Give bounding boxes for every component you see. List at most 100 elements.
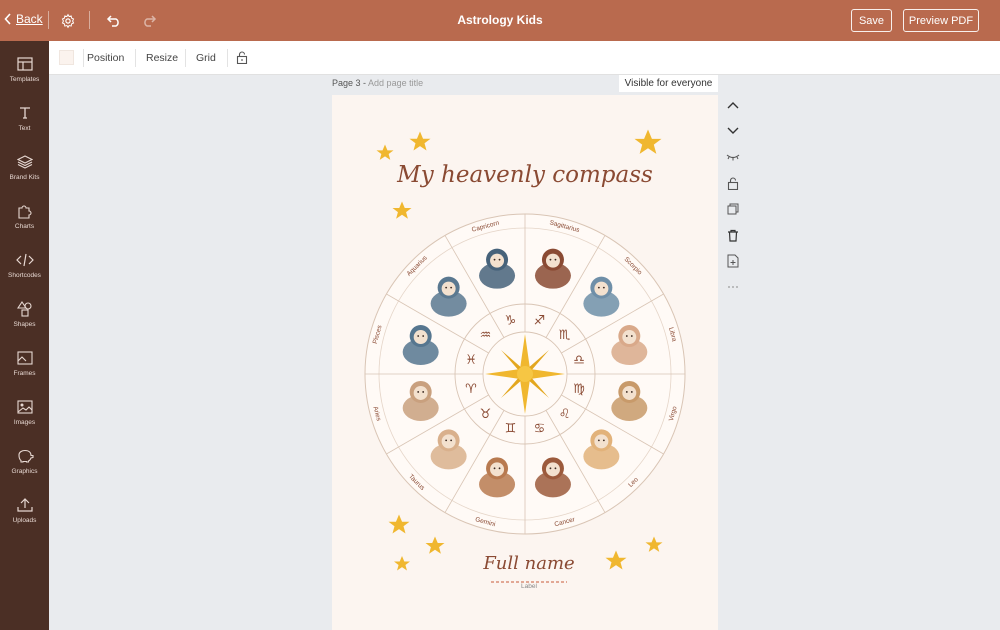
star-icon <box>376 144 394 160</box>
image-icon <box>15 397 35 417</box>
canvas-page[interactable]: My heavenly compass Capricorn Sagittarius… <box>332 95 718 630</box>
sidebar-item-label: Shortcodes <box>8 272 41 279</box>
top-bar: Back Astrology Kids Save Preview PDF <box>0 0 1000 41</box>
lock-page-button[interactable] <box>725 175 741 191</box>
templates-icon <box>15 54 35 74</box>
move-page-up-button[interactable] <box>725 97 741 113</box>
zodiac-glyph: ♊ <box>505 422 517 437</box>
zodiac-glyph: ♏ <box>559 328 571 343</box>
zodiac-glyph: ♓ <box>465 353 477 368</box>
sidebar-item-label: Brand Kits <box>9 174 40 181</box>
grid-button[interactable]: Grid <box>196 52 216 64</box>
move-page-down-button[interactable] <box>725 123 741 139</box>
page-title-input[interactable]: Add page title <box>368 78 423 88</box>
star-icon <box>425 536 445 554</box>
sidebar-item-label: Text <box>18 125 31 132</box>
eye-closed-icon <box>726 154 740 161</box>
full-name-text[interactable]: Full name <box>482 553 574 574</box>
sidebar-item-label: Frames <box>13 370 36 377</box>
color-swatch[interactable] <box>59 50 74 65</box>
zodiac-glyph: ♌ <box>559 407 571 422</box>
layers-icon <box>15 152 35 172</box>
divider <box>185 49 186 67</box>
duplicate-page-button[interactable] <box>725 201 741 217</box>
divider <box>89 11 90 29</box>
duplicate-icon <box>727 203 739 215</box>
text-icon <box>15 103 35 123</box>
position-button[interactable]: Position <box>87 52 124 64</box>
sidebar-item-text[interactable]: Text <box>0 103 49 147</box>
zodiac-glyph: ♋ <box>534 422 546 437</box>
visibility-selector[interactable]: Visible for everyone <box>619 75 718 92</box>
undo-icon <box>106 15 119 27</box>
element-toolbar: Position Resize Grid <box>49 41 1000 75</box>
save-button[interactable]: Save <box>851 9 892 32</box>
chevron-up-icon <box>727 102 739 109</box>
star-icon <box>645 536 663 552</box>
zodiac-glyph: ♑ <box>505 313 517 328</box>
sidebar-item-label: Charts <box>14 223 35 230</box>
back-button[interactable]: Back <box>4 12 43 26</box>
zodiac-glyph: ♍ <box>573 382 585 397</box>
star-icon <box>394 556 410 571</box>
zodiac-glyph: ♒ <box>480 328 492 343</box>
sidebar-item-brand-kits[interactable]: Brand Kits <box>0 152 49 196</box>
sidebar-item-charts[interactable]: Charts <box>0 201 49 245</box>
hide-page-button[interactable] <box>725 149 741 165</box>
divider <box>135 49 136 67</box>
zodiac-glyph: ♎ <box>573 353 585 368</box>
sidebar-item-label: Uploads <box>12 517 37 524</box>
sidebar-item-label: Images <box>13 419 36 426</box>
divider <box>227 49 228 67</box>
redo-button[interactable] <box>139 11 159 31</box>
redo-icon <box>144 15 157 27</box>
piggy-icon <box>15 446 35 466</box>
chevron-down-icon <box>727 127 739 134</box>
page-number-label: Page 3 - <box>332 78 367 88</box>
star-icon <box>388 514 410 534</box>
lock-icon <box>727 176 739 190</box>
add-page-icon <box>727 254 739 268</box>
sidebar-item-shortcodes[interactable]: Shortcodes <box>0 250 49 294</box>
undo-button[interactable] <box>104 11 124 31</box>
delete-page-button[interactable] <box>725 227 741 243</box>
gear-icon <box>61 13 75 29</box>
star-icon <box>605 550 627 570</box>
sidebar-item-label: Graphics <box>11 468 38 475</box>
preview-pdf-button[interactable]: Preview PDF <box>903 9 979 32</box>
more-icon <box>728 286 738 288</box>
sidebar-item-images[interactable]: Images <box>0 397 49 441</box>
sidebar: Templates Text Brand Kits Charts Shortco… <box>0 41 49 630</box>
star-icon <box>392 201 412 219</box>
canvas-artwork: My heavenly compass Capricorn Sagittarius… <box>364 129 686 590</box>
settings-button[interactable] <box>58 11 78 31</box>
zodiac-glyph: ♐ <box>534 313 546 328</box>
sidebar-item-shapes[interactable]: Shapes <box>0 299 49 343</box>
sidebar-item-uploads[interactable]: Uploads <box>0 495 49 539</box>
shapes-icon <box>15 299 35 319</box>
add-page-button[interactable] <box>725 253 741 269</box>
more-options-button[interactable] <box>725 279 741 295</box>
sidebar-item-frames[interactable]: Frames <box>0 348 49 392</box>
sidebar-item-label: Shapes <box>13 321 36 328</box>
sidebar-item-label: Templates <box>9 76 40 83</box>
sidebar-item-graphics[interactable]: Graphics <box>0 446 49 490</box>
resize-button[interactable]: Resize <box>146 52 178 64</box>
divider <box>48 11 49 29</box>
code-icon <box>15 250 35 270</box>
page-header: Page 3 - Add page title <box>332 78 423 88</box>
star-icon <box>409 131 431 151</box>
upload-icon <box>15 495 35 515</box>
zodiac-glyph: ♈ <box>465 382 477 397</box>
canvas-heading[interactable]: My heavenly compass <box>396 162 653 188</box>
trash-icon <box>728 229 738 242</box>
name-label: Label <box>521 583 537 590</box>
divider <box>83 49 84 67</box>
puzzle-icon <box>15 201 35 221</box>
frame-icon <box>15 348 35 368</box>
star-icon <box>634 129 662 154</box>
chevron-left-icon <box>4 13 11 25</box>
lock-button[interactable] <box>236 51 248 67</box>
sidebar-item-templates[interactable]: Templates <box>0 54 49 98</box>
zodiac-wheel[interactable]: Capricorn SagittariusScorpioLibraVirgoLeo… <box>364 213 686 535</box>
